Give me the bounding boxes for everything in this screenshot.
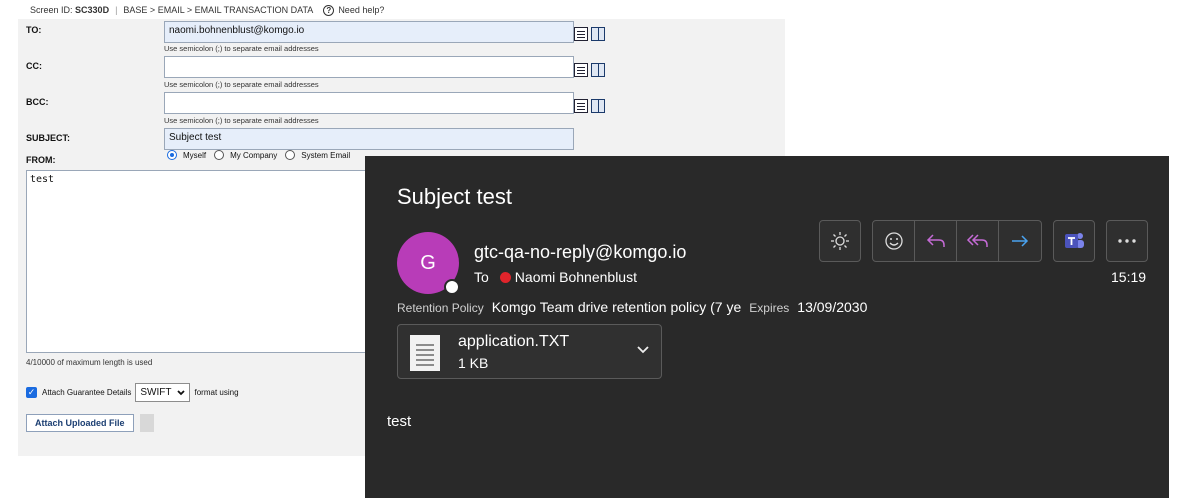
from-myself-radio[interactable] (167, 150, 177, 160)
top-bar: Screen ID: SC330D | BASE > EMAIL > EMAIL… (30, 4, 385, 16)
address-book-icon[interactable] (591, 63, 605, 77)
to-address-icons (574, 27, 605, 41)
attach-guarantee-checkbox[interactable]: ✓ (26, 387, 37, 398)
message-actions-group (872, 220, 1042, 262)
screen-id: SC330D (75, 5, 110, 15)
recipient-line: To Naomi Bohnenblust (474, 269, 637, 285)
brightness-button[interactable] (819, 220, 861, 262)
address-book-icon[interactable] (591, 27, 605, 41)
reactions-button[interactable] (873, 221, 915, 261)
address-list-icon[interactable] (574, 99, 588, 113)
retention-value[interactable]: Komgo Team drive retention policy (7 ye (492, 299, 742, 315)
presence-busy-icon (499, 271, 511, 283)
max-length-text: 4/10000 of maximum length is used (26, 358, 153, 367)
recipient-name[interactable]: Naomi Bohnenblust (515, 269, 637, 285)
received-time: 15:19 (1111, 269, 1147, 285)
body-textarea[interactable]: test (26, 170, 368, 353)
help-icon[interactable]: ? (323, 4, 335, 16)
retention-label: Retention Policy (397, 301, 484, 315)
more-icon (1118, 239, 1136, 243)
attach-guarantee-label: Attach Guarantee Details (42, 388, 132, 397)
email-reading-pane: Subject test G gtc-qa-no-reply@komgo.io … (365, 156, 1169, 498)
subject-field[interactable]: Subject test (164, 128, 574, 150)
sun-icon (831, 232, 849, 250)
to-label: To (474, 269, 489, 285)
from-system-email-radio[interactable] (285, 150, 296, 160)
from-my-company-radio[interactable] (214, 150, 225, 160)
email-body: test (387, 413, 412, 430)
sender-address[interactable]: gtc-qa-no-reply@komgo.io (474, 242, 686, 263)
bcc-address-icons (574, 99, 605, 113)
teams-icon (1065, 233, 1084, 248)
from-option-label: System Email (301, 150, 351, 160)
expires-value: 13/09/2030 (797, 299, 868, 315)
teams-button[interactable] (1053, 220, 1095, 262)
breadcrumb: BASE > EMAIL > EMAIL TRANSACTION DATA (123, 5, 314, 15)
chevron-down-icon[interactable] (636, 345, 650, 355)
from-label: FROM: (26, 155, 56, 165)
presence-status-icon (444, 279, 460, 295)
subject-label: SUBJECT: (26, 133, 71, 143)
help-link[interactable]: Need help? (338, 5, 384, 15)
bcc-field[interactable] (164, 92, 574, 114)
format-select-value: SWIFT (140, 387, 172, 398)
cc-hint: Use semicolon (;) to separate email addr… (164, 80, 319, 89)
reply-button[interactable] (915, 221, 957, 261)
more-actions-button[interactable] (1106, 220, 1148, 262)
attachment-size: 1 KB (458, 355, 489, 371)
attachment-card[interactable]: application.TXT 1 KB (397, 324, 662, 379)
reply-all-button[interactable] (957, 221, 999, 261)
text-file-icon (410, 335, 440, 371)
bcc-hint: Use semicolon (;) to separate email addr… (164, 116, 319, 125)
cc-address-icons (574, 63, 605, 77)
email-subject: Subject test (397, 184, 512, 209)
bcc-label: BCC: (26, 97, 49, 107)
screen-id-label: Screen ID: (30, 5, 73, 15)
cc-field[interactable] (164, 56, 574, 78)
cc-label: CC: (26, 61, 42, 71)
from-option-label: My Company (230, 150, 278, 160)
format-select[interactable]: SWIFT (135, 383, 190, 402)
attach-uploaded-file-button[interactable]: Attach Uploaded File (26, 414, 134, 432)
address-book-icon[interactable] (591, 99, 605, 113)
from-option-label: Myself (183, 150, 207, 160)
to-label: TO: (26, 25, 42, 35)
to-field[interactable]: naomi.bohnenblust@komgo.io (164, 21, 574, 43)
forward-button[interactable] (999, 221, 1041, 261)
reply-all-icon (966, 234, 988, 247)
retention-policy-row: Retention Policy Komgo Team drive retent… (397, 299, 867, 315)
address-list-icon[interactable] (574, 27, 588, 41)
reply-icon (926, 234, 945, 247)
emoji-icon (884, 232, 903, 250)
address-list-icon[interactable] (574, 63, 588, 77)
format-suffix: format using (194, 388, 239, 397)
forward-icon (1012, 235, 1029, 247)
to-hint: Use semicolon (;) to separate email addr… (164, 44, 319, 53)
chevron-down-icon (176, 389, 185, 395)
expires-label: Expires (749, 301, 790, 315)
from-radio-group: Myself My Company System Email (167, 150, 350, 160)
attachment-name: application.TXT (458, 333, 570, 350)
attach-guarantee-row: ✓ Attach Guarantee Details SWIFT format … (26, 383, 239, 402)
